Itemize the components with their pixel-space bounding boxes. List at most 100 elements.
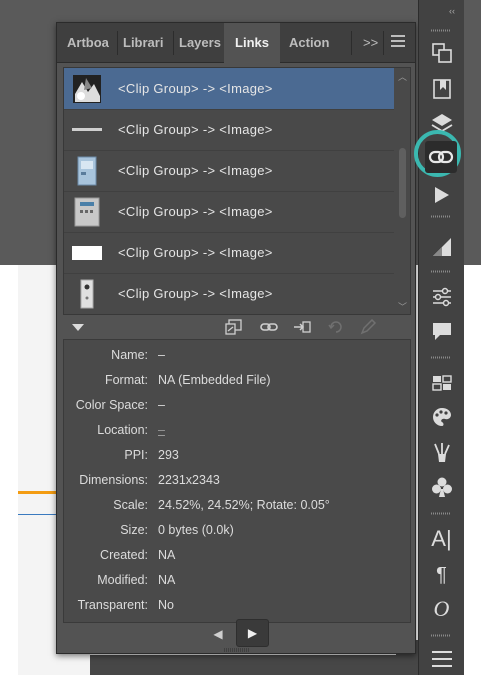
panel-tab-bar: Artboa Librari Layers Links Action >> — [57, 23, 415, 63]
link-row[interactable]: <Clip Group> -> <Image> — [64, 109, 394, 151]
dock-grip-icon[interactable] — [431, 270, 451, 273]
image-thumbnail-icon — [72, 128, 102, 131]
link-label: <Clip Group> -> <Image> — [118, 122, 273, 137]
info-size-row: Size: 0 bytes (0.0k) — [64, 518, 410, 543]
dock-grip-icon[interactable] — [431, 29, 451, 32]
comments-icon[interactable] — [419, 316, 464, 346]
character-icon[interactable]: A| — [419, 524, 464, 554]
info-location-row: Location: – — [64, 418, 410, 443]
tab-libraries[interactable]: Librari — [123, 23, 169, 62]
menu-icon[interactable] — [419, 644, 464, 674]
tab-layers[interactable]: Layers — [179, 23, 225, 62]
artboards-icon[interactable] — [419, 38, 464, 68]
links-panel: Artboa Librari Layers Links Action >> <C… — [56, 22, 416, 654]
properties-icon[interactable] — [419, 282, 464, 312]
list-scrollbar[interactable]: ︿ ﹀ — [395, 68, 410, 314]
link-info-panel: Name: – Format: NA (Embedded File) Color S… — [63, 339, 411, 623]
link-label: <Clip Group> -> <Image> — [118, 245, 273, 260]
info-label: Transparent: — [77, 598, 148, 612]
info-value: – — [158, 398, 165, 412]
relink-from-library-icon[interactable] — [225, 319, 243, 335]
panel-menu-icon[interactable] — [391, 35, 405, 48]
info-value: NA (Embedded File) — [158, 373, 271, 387]
info-value: 2231x2343 — [158, 473, 220, 487]
info-label: Size: — [120, 523, 148, 537]
links-icon[interactable] — [425, 141, 457, 173]
canvas-bottom — [90, 655, 420, 675]
show-options-triangle-icon[interactable] — [71, 323, 85, 332]
link-row[interactable]: <Clip Group> -> <Image> — [64, 232, 394, 274]
info-label: Format: — [104, 373, 148, 387]
info-value: 293 — [158, 448, 179, 462]
collapse-dock-icon[interactable]: ‹‹ — [449, 6, 455, 16]
update-link-icon — [328, 321, 342, 333]
scroll-down-icon[interactable]: ﹀ — [398, 300, 407, 313]
opentype-icon[interactable]: O — [419, 594, 464, 624]
image-thumbnail-icon — [73, 75, 101, 103]
scroll-up-icon[interactable]: ︿ — [398, 70, 407, 83]
info-created-row: Created: NA — [64, 543, 410, 568]
next-link-button[interactable]: ▶ — [236, 619, 269, 647]
scroll-thumb[interactable] — [399, 148, 406, 218]
tab-links[interactable]: Links — [224, 23, 280, 63]
dock-grip-icon[interactable] — [431, 512, 451, 515]
info-navigation: ◀ ▶ — [57, 619, 415, 649]
info-label: Created: — [100, 548, 148, 562]
link-row[interactable]: <Clip Group> -> <Image> — [64, 273, 394, 314]
relink-icon[interactable] — [260, 319, 278, 335]
libraries-icon[interactable] — [419, 74, 464, 104]
resize-grip-icon[interactable] — [222, 648, 252, 652]
gradient-icon[interactable] — [419, 232, 464, 262]
info-label: Location: — [97, 423, 148, 437]
info-ppi-row: PPI: 293 — [64, 443, 410, 468]
info-label: Color Space: — [75, 398, 148, 412]
info-color-space-row: Color Space: – — [64, 393, 410, 418]
tab-artboards[interactable]: Artboa — [67, 23, 111, 62]
swatches-icon[interactable] — [419, 368, 464, 398]
dock-grip-icon[interactable] — [431, 634, 451, 637]
color-palette-icon[interactable] — [419, 402, 464, 432]
info-scale-row: Scale: 24.52%, 24.52%; Rotate: 0.05° — [64, 493, 410, 518]
image-thumbnail-icon — [72, 246, 102, 260]
link-label: <Clip Group> -> <Image> — [118, 204, 273, 219]
artboard-guide-orange — [18, 491, 58, 494]
tab-actions[interactable]: Action — [289, 23, 337, 62]
link-label: <Clip Group> -> <Image> — [118, 286, 273, 301]
link-row[interactable]: <Clip Group> -> <Image> — [64, 191, 394, 233]
paragraph-icon[interactable]: ¶ — [419, 560, 464, 590]
info-label: Dimensions: — [79, 473, 148, 487]
info-transparent-row: Transparent: No — [64, 593, 410, 618]
info-name-row: Name: – — [64, 343, 410, 368]
info-label: Name: — [111, 348, 148, 362]
info-format-row: Format: NA (Embedded File) — [64, 368, 410, 393]
go-to-link-icon[interactable] — [293, 319, 311, 335]
info-value: NA — [158, 548, 176, 562]
info-value: NA — [158, 573, 176, 587]
links-list: <Clip Group> -> <Image> <Clip Group> -> … — [63, 67, 411, 315]
info-label: Scale: — [113, 498, 148, 512]
panel-dock: ‹‹ A| ¶ O — [418, 0, 464, 675]
tab-overflow-chevron[interactable]: >> — [363, 23, 378, 62]
symbols-icon[interactable] — [419, 472, 464, 502]
brushes-icon[interactable] — [419, 438, 464, 468]
link-row[interactable]: <Clip Group> -> <Image> — [64, 150, 394, 192]
image-thumbnail-icon — [74, 197, 100, 227]
info-label: PPI: — [124, 448, 148, 462]
info-value: 24.52%, 24.52%; Rotate: 0.05° — [158, 498, 330, 512]
artboard-guide-blue — [18, 514, 58, 515]
actions-icon[interactable] — [419, 180, 464, 210]
link-row[interactable]: <Clip Group> -> <Image> — [64, 68, 394, 110]
dock-grip-icon[interactable] — [431, 356, 451, 359]
info-label: Modified: — [97, 573, 148, 587]
link-label: <Clip Group> -> <Image> — [118, 81, 273, 96]
link-label: <Clip Group> -> <Image> — [118, 163, 273, 178]
links-toolbar — [57, 316, 415, 338]
info-value: 0 bytes (0.0k) — [158, 523, 234, 537]
info-value: – — [158, 348, 165, 362]
previous-link-button[interactable]: ◀ — [207, 623, 229, 645]
edit-original-icon — [360, 319, 377, 335]
image-thumbnail-icon — [80, 279, 94, 309]
info-location-link[interactable]: – — [158, 418, 165, 443]
dock-grip-icon[interactable] — [431, 215, 451, 218]
info-value: No — [158, 598, 174, 612]
